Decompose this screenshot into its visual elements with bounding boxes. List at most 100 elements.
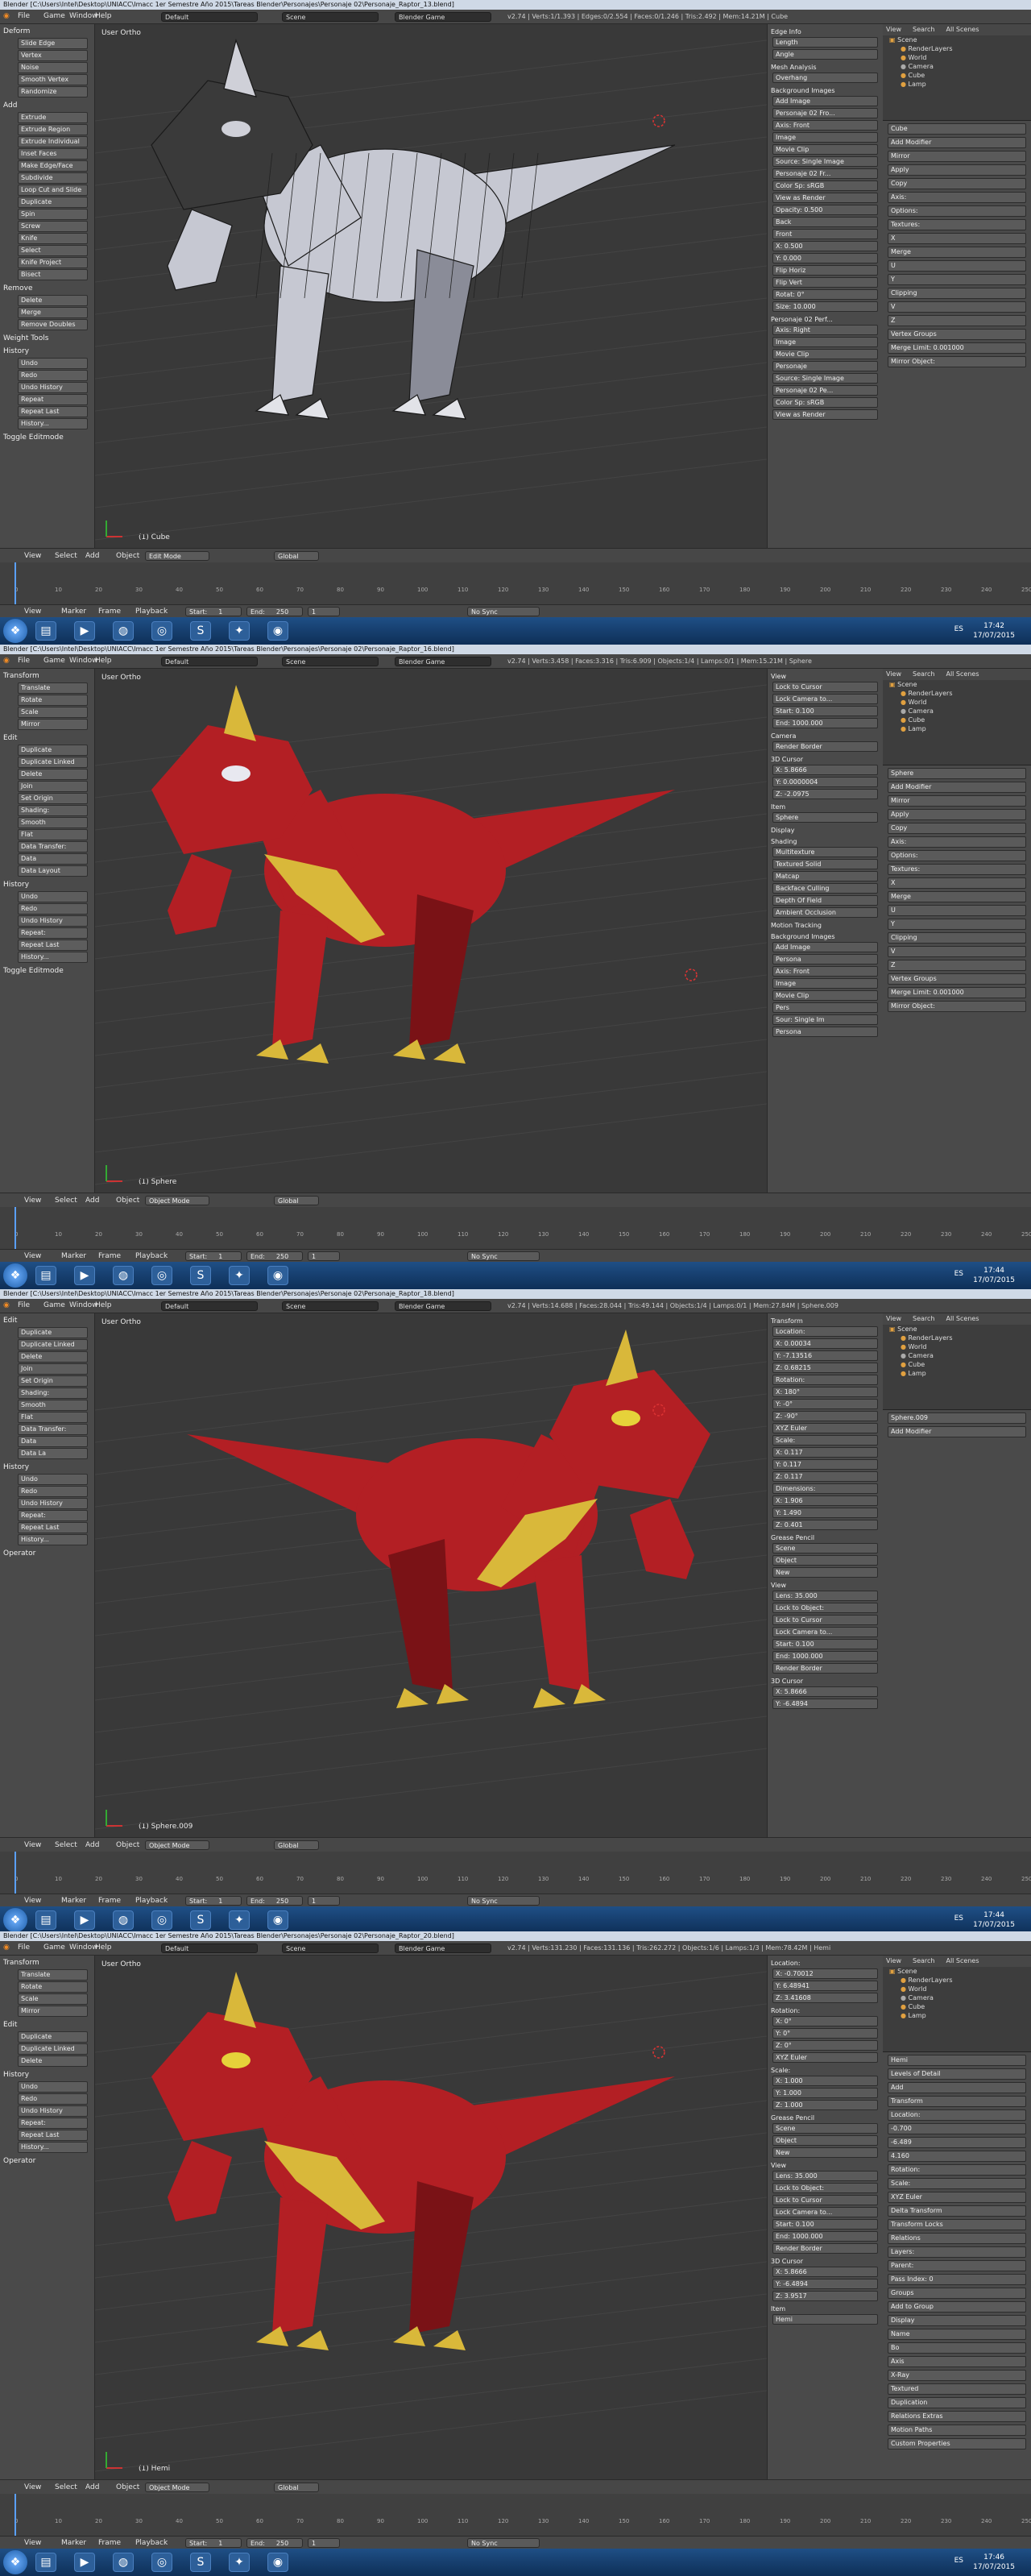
tool-button[interactable]: Remove Doubles	[18, 319, 88, 330]
outliner-item[interactable]: ● Camera	[883, 1993, 1031, 2002]
property-field[interactable]: Axis:	[888, 192, 1026, 203]
timeline-menu-playback[interactable]: Playback	[135, 608, 168, 616]
npanel-section-header[interactable]: View	[771, 2162, 880, 2169]
outliner-item[interactable]: ● Cube	[883, 2002, 1031, 2011]
tool-section-header[interactable]: Transform	[0, 1956, 94, 1968]
property-field[interactable]: Parent:	[888, 2260, 1026, 2271]
view-menu-add[interactable]: Add	[85, 2483, 99, 2491]
tool-button[interactable]: Repeat:	[18, 927, 88, 939]
outliner-item[interactable]: ▣ Scene	[883, 680, 1031, 689]
tool-button[interactable]: Translate	[18, 1969, 88, 1981]
mode-selector[interactable]: Object Mode	[145, 1196, 209, 1205]
npanel-section-header[interactable]: Rotation:	[771, 2007, 880, 2014]
npanel-field[interactable]: Pers	[772, 1002, 878, 1013]
mode-selector[interactable]: Object Mode	[145, 2483, 209, 2492]
tool-button[interactable]: Scale	[18, 707, 88, 718]
view-menu-object[interactable]: Object	[116, 552, 139, 560]
npanel-field[interactable]: Z: -90°	[772, 1411, 878, 1421]
3d-viewport[interactable]: User Ortho (1) Sphere	[95, 669, 767, 1193]
outliner-item[interactable]: ● Lamp	[883, 724, 1031, 733]
outliner-item[interactable]: ● RenderLayers	[883, 1334, 1031, 1342]
property-field[interactable]: Mirror Object:	[888, 356, 1026, 367]
timeline-menu-frame[interactable]: Frame	[98, 2539, 121, 2547]
property-field[interactable]: Copy	[888, 823, 1026, 834]
npanel-field[interactable]: Flip Horiz	[772, 265, 878, 276]
outliner-tab[interactable]: View	[886, 1957, 901, 1964]
npanel-field[interactable]: New	[772, 2147, 878, 2158]
npanel-field[interactable]: Flip Vert	[772, 277, 878, 288]
property-field[interactable]: Layers:	[888, 2246, 1026, 2258]
npanel-section-header[interactable]: Item	[771, 803, 880, 811]
npanel-field[interactable]: Sphere	[772, 812, 878, 823]
folder-icon[interactable]: ▤	[35, 621, 56, 641]
folder-icon[interactable]: ▤	[35, 1910, 56, 1930]
npanel-field[interactable]: Z: 0.68215	[772, 1363, 878, 1373]
start-button-icon[interactable]: ❖	[3, 1263, 27, 1288]
timeline-menu-view[interactable]: View	[24, 608, 41, 616]
tool-button[interactable]: Subdivide	[18, 172, 88, 184]
firefox-icon[interactable]: ◍	[113, 1910, 134, 1930]
tool-button[interactable]: History...	[18, 1534, 88, 1545]
tool-button[interactable]: Data Transfer:	[18, 841, 88, 852]
outliner-item[interactable]: ● Lamp	[883, 80, 1031, 89]
tool-button[interactable]: Duplicate	[18, 197, 88, 208]
app-icon[interactable]: ✦	[229, 621, 250, 641]
timeline-menu-frame[interactable]: Frame	[98, 608, 121, 616]
npanel-field[interactable]: Angle	[772, 49, 878, 60]
npanel-field[interactable]: X: 5.8666	[772, 2267, 878, 2277]
npanel-field[interactable]: Image	[772, 132, 878, 143]
menu-game[interactable]: Game	[43, 12, 65, 20]
property-field[interactable]: Vertex Groups	[888, 329, 1026, 340]
engine-selector[interactable]: Blender Game	[395, 12, 491, 22]
property-field[interactable]: Bo	[888, 2342, 1026, 2354]
view-menu-view[interactable]: View	[24, 2483, 41, 2491]
engine-selector[interactable]: Blender Game	[395, 1943, 491, 1953]
current-frame-field[interactable]: 1	[308, 1251, 340, 1261]
outliner-item[interactable]: ● Camera	[883, 62, 1031, 71]
chrome-icon[interactable]: ◎	[151, 2553, 172, 2572]
menu-help[interactable]: Help	[95, 657, 112, 665]
view-menu-add[interactable]: Add	[85, 552, 99, 560]
menu-window[interactable]: Window	[69, 12, 98, 20]
tool-button[interactable]: Undo History	[18, 1498, 88, 1509]
outliner-tab[interactable]: View	[886, 26, 901, 33]
property-field[interactable]: Y	[888, 274, 1026, 285]
property-field[interactable]: Sphere	[888, 768, 1026, 779]
property-field[interactable]: Add Modifier	[888, 137, 1026, 148]
npanel-field[interactable]: Z: 0.117	[772, 1471, 878, 1482]
timeline-menu-view[interactable]: View	[24, 1897, 41, 1905]
property-field[interactable]: Cube	[888, 123, 1026, 135]
view-menu-object[interactable]: Object	[116, 2483, 139, 2491]
property-field[interactable]: Z	[888, 315, 1026, 326]
property-field[interactable]: -0.700	[888, 2123, 1026, 2134]
npanel-section-header[interactable]: Item	[771, 2305, 880, 2313]
tool-button[interactable]: Randomize	[18, 86, 88, 97]
npanel-section-header[interactable]: Camera	[771, 732, 880, 740]
npanel-field[interactable]: End: 1000.000	[772, 718, 878, 728]
tool-button[interactable]: History...	[18, 418, 88, 429]
timeline-menu-view[interactable]: View	[24, 2539, 41, 2547]
npanel-field[interactable]: X: 0°	[772, 2016, 878, 2026]
npanel-field[interactable]: Ambient Occlusion	[772, 907, 878, 918]
property-field[interactable]: Delta Transform	[888, 2205, 1026, 2217]
engine-selector[interactable]: Blender Game	[395, 657, 491, 666]
tool-section-header[interactable]: History	[0, 1460, 94, 1473]
property-field[interactable]: Merge	[888, 891, 1026, 902]
language-indicator[interactable]: ES	[954, 625, 963, 633]
npanel-field[interactable]: Depth Of Field	[772, 895, 878, 906]
npanel-field[interactable]: Size: 10.000	[772, 301, 878, 312]
system-clock[interactable]: 17:42 17/07/2015	[973, 621, 1015, 641]
property-field[interactable]: X	[888, 233, 1026, 244]
mode-selector[interactable]: Edit Mode	[145, 551, 209, 561]
tool-section-header[interactable]: Edit	[0, 1313, 94, 1326]
npanel-field[interactable]: Color Sp: sRGB	[772, 397, 878, 408]
property-field[interactable]: Groups	[888, 2288, 1026, 2299]
tool-button[interactable]: History...	[18, 952, 88, 963]
tool-section-header[interactable]: History	[0, 2068, 94, 2080]
npanel-field[interactable]: Personaje 02 Fr...	[772, 168, 878, 179]
timeline-menu-marker[interactable]: Marker	[61, 1897, 86, 1905]
outliner-tab[interactable]: Search	[913, 26, 934, 33]
3d-viewport[interactable]: User Ortho (1) Sphere.009	[95, 1313, 767, 1837]
tool-button[interactable]: Vertex	[18, 50, 88, 61]
app-icon[interactable]: ✦	[229, 1910, 250, 1930]
